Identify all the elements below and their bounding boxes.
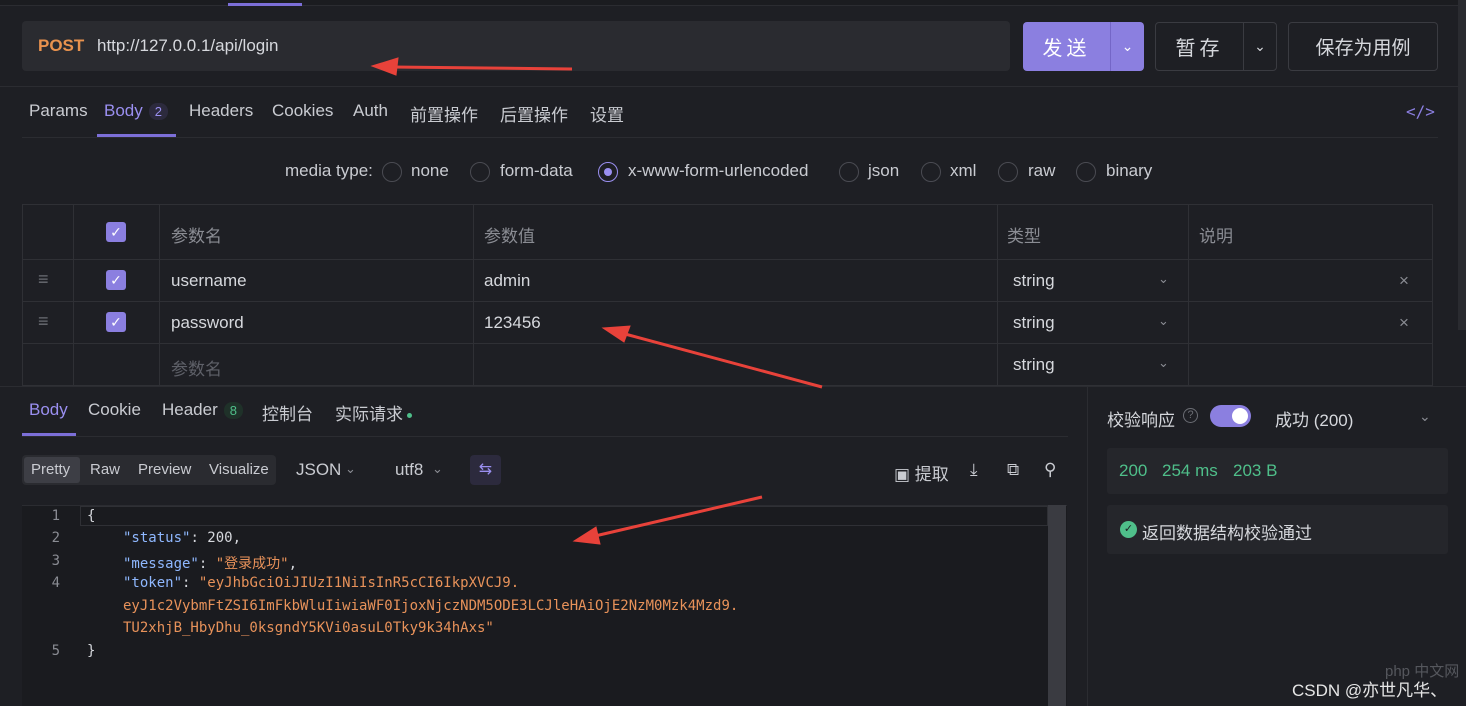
annotation-arrows [370,57,823,545]
